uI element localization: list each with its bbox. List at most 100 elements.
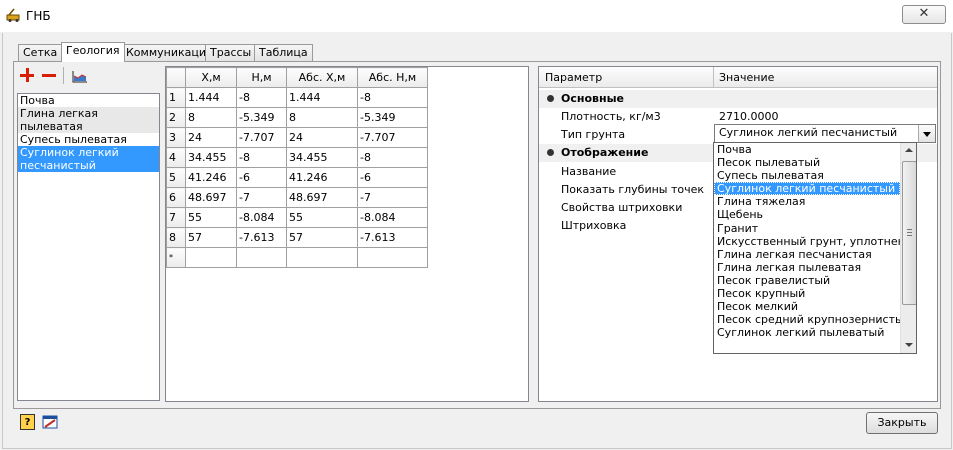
- cell[interactable]: -7.707: [357, 127, 428, 148]
- cell[interactable]: 1.444: [185, 87, 237, 108]
- cell[interactable]: -6: [357, 167, 428, 188]
- collapse-bullet-icon[interactable]: [547, 95, 554, 102]
- scrollbar-thumb[interactable]: [902, 161, 916, 305]
- dropdown-option[interactable]: Щебень: [714, 208, 900, 221]
- profile-chart-icon[interactable]: [72, 68, 88, 84]
- header-separator[interactable]: [713, 67, 714, 87]
- tab-routes[interactable]: Трассы: [205, 44, 257, 61]
- cell[interactable]: 34.455: [185, 147, 237, 168]
- cell[interactable]: -8: [357, 87, 428, 108]
- table-row[interactable]: 5 41.246 -6 41.246 -6: [166, 167, 428, 188]
- cell[interactable]: 34.455: [286, 147, 358, 168]
- row-header[interactable]: 8: [166, 227, 186, 248]
- cell[interactable]: -5.349: [357, 107, 428, 128]
- table-row[interactable]: 7 55 -8.084 55 -8.084: [166, 207, 428, 228]
- cell[interactable]: [357, 247, 428, 268]
- column-header-abs-x[interactable]: Абс. X,м: [286, 67, 358, 88]
- dropdown-option[interactable]: Песок крупный: [714, 287, 900, 300]
- cell[interactable]: 24: [185, 127, 237, 148]
- dropdown-option[interactable]: Глина легкая пылеватая: [714, 261, 900, 274]
- dropdown-option[interactable]: Песок мелкий: [714, 300, 900, 313]
- tab-grid[interactable]: Сетка: [18, 44, 63, 61]
- tab-geology[interactable]: Геология: [61, 42, 125, 62]
- add-layer-button[interactable]: [20, 68, 36, 84]
- help-icon[interactable]: ?: [20, 414, 35, 430]
- column-header-abs-h[interactable]: Абс. Н,м: [357, 67, 428, 88]
- cell[interactable]: 55: [185, 207, 237, 228]
- remove-layer-button[interactable]: [42, 68, 58, 84]
- layer-item-selected[interactable]: Суглинок легкий песчанистый: [18, 146, 159, 172]
- scroll-up-button[interactable]: [901, 143, 916, 159]
- dropdown-option[interactable]: Гранит: [714, 222, 900, 235]
- cell[interactable]: -7: [357, 187, 428, 208]
- row-header[interactable]: 2: [166, 107, 186, 128]
- settings-icon[interactable]: [42, 414, 58, 430]
- row-header[interactable]: 3: [166, 127, 186, 148]
- cell[interactable]: -5.349: [236, 107, 287, 128]
- window-close-button[interactable]: ✕: [902, 5, 946, 24]
- dropdown-option[interactable]: Глина легкая песчанистая: [714, 248, 900, 261]
- table-row[interactable]: 3 24 -7.707 24 -7.707: [166, 127, 428, 148]
- cell[interactable]: 8: [286, 107, 358, 128]
- dropdown-option[interactable]: Глина тяжелая: [714, 195, 900, 208]
- combobox-dropdown-button[interactable]: [918, 125, 935, 142]
- layer-item[interactable]: Глина легкая пылеватая: [18, 107, 159, 133]
- cell[interactable]: -8: [357, 147, 428, 168]
- collapse-bullet-icon[interactable]: [547, 149, 554, 156]
- dropdown-scrollbar[interactable]: [900, 143, 916, 353]
- dropdown-option[interactable]: Почва: [714, 143, 900, 156]
- cell[interactable]: -8: [236, 147, 287, 168]
- cell[interactable]: 41.246: [185, 167, 237, 188]
- cell[interactable]: [236, 247, 287, 268]
- property-value[interactable]: 2710.0000: [719, 110, 779, 123]
- new-row-marker[interactable]: *: [166, 247, 186, 268]
- cell[interactable]: -8: [236, 87, 287, 108]
- cell[interactable]: -8.084: [357, 207, 428, 228]
- cell[interactable]: -7.613: [236, 227, 287, 248]
- dropdown-option-selected[interactable]: Суглинок легкий песчанистый: [714, 182, 900, 196]
- table-row[interactable]: 1 1.444 -8 1.444 -8: [166, 87, 428, 108]
- cell[interactable]: -6: [236, 167, 287, 188]
- cell[interactable]: 48.697: [185, 187, 237, 208]
- dropdown-option[interactable]: Песок гравелистый: [714, 274, 900, 287]
- layer-item[interactable]: Супесь пылеватая: [18, 133, 159, 146]
- row-header[interactable]: 7: [166, 207, 186, 228]
- scroll-down-button[interactable]: [901, 337, 916, 353]
- cell[interactable]: 8: [185, 107, 237, 128]
- cell[interactable]: 57: [185, 227, 237, 248]
- category-main[interactable]: Основные: [539, 90, 937, 108]
- dropdown-option[interactable]: Песок средний крупнозернистый: [714, 313, 900, 326]
- table-row[interactable]: 4 34.455 -8 34.455 -8: [166, 147, 428, 168]
- dropdown-option[interactable]: Супесь пылеватая: [714, 169, 900, 182]
- dropdown-option[interactable]: Песок пылеватый: [714, 156, 900, 169]
- column-header-x[interactable]: X,м: [185, 67, 237, 88]
- row-header[interactable]: 4: [166, 147, 186, 168]
- layer-item[interactable]: Почва: [18, 94, 159, 107]
- column-header-h[interactable]: Н,м: [236, 67, 287, 88]
- row-header[interactable]: 6: [166, 187, 186, 208]
- tab-table[interactable]: Таблица: [254, 44, 313, 61]
- soil-type-combobox[interactable]: Суглинок легкий песчанистый: [714, 124, 936, 143]
- row-header[interactable]: 5: [166, 167, 186, 188]
- cell[interactable]: 1.444: [286, 87, 358, 108]
- cell[interactable]: [286, 247, 358, 268]
- cell[interactable]: 57: [286, 227, 358, 248]
- table-row[interactable]: 8 57 -7.613 57 -7.613: [166, 227, 428, 248]
- table-row[interactable]: 6 48.697 -7 48.697 -7: [166, 187, 428, 208]
- cell[interactable]: 41.246: [286, 167, 358, 188]
- new-row[interactable]: *: [166, 247, 428, 268]
- cell[interactable]: -7.707: [236, 127, 287, 148]
- table-row[interactable]: 2 8 -5.349 8 -5.349: [166, 107, 428, 128]
- cell[interactable]: 55: [286, 207, 358, 228]
- cell[interactable]: [185, 247, 237, 268]
- dropdown-option[interactable]: Искусственный грунт, уплотненный: [714, 235, 900, 248]
- cell[interactable]: 48.697: [286, 187, 358, 208]
- close-button[interactable]: Закрыть: [866, 412, 938, 434]
- cell[interactable]: -7: [236, 187, 287, 208]
- dropdown-option[interactable]: Суглинок легкий пылеватый: [714, 326, 900, 339]
- cell[interactable]: -8.084: [236, 207, 287, 228]
- tab-communications[interactable]: Коммуникации: [121, 44, 219, 61]
- soil-type-dropdown[interactable]: Почва Песок пылеватый Супесь пылеватая С…: [713, 142, 917, 354]
- soil-layer-list[interactable]: Почва Глина легкая пылеватая Супесь пыле…: [17, 93, 160, 401]
- cell[interactable]: -7.613: [357, 227, 428, 248]
